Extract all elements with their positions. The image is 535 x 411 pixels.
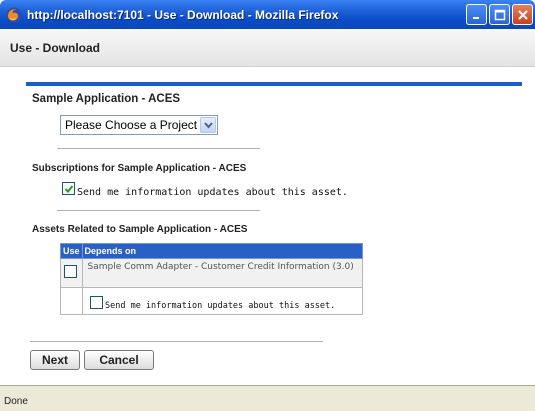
accent-rule [26,82,522,86]
minimize-icon [473,17,479,19]
table-header-row: Use Depends on [60,242,364,260]
cancel-button[interactable]: Cancel [84,350,154,370]
page-header: Use - Download [0,29,535,67]
divider [30,341,323,342]
page-title: Use - Download [10,41,101,55]
window-titlebar[interactable]: http://localhost:7101 - Use - Download -… [0,0,535,29]
use-cell [60,287,83,315]
asset-name: Sample Comm Adapter - Customer Credit In… [87,262,354,273]
firefox-icon [6,7,22,23]
asset-subscribe-label: Send me information updates about this a… [105,301,336,311]
checkmark-icon [64,185,74,193]
status-text: Done [4,396,28,407]
chevron-down-icon[interactable] [200,117,216,133]
column-header-use: Use [60,242,83,260]
column-header-depends-on: Depends on [81,242,364,260]
maximize-icon [494,9,506,21]
window-title: http://localhost:7101 - Use - Download -… [27,7,339,22]
project-select-value: Please Choose a Project [65,118,198,132]
minimize-button[interactable] [466,4,487,25]
close-icon [518,10,528,20]
status-bar: Done [0,385,535,411]
divider [57,210,260,211]
next-button[interactable]: Next [30,350,80,370]
close-button[interactable] [512,4,533,25]
table-row: Sample Comm Adapter - Customer Credit In… [60,258,364,289]
related-assets-title: Assets Related to Sample Application - A… [32,224,248,235]
application-title: Sample Application - ACES [32,93,181,105]
subscriptions-title: Subscriptions for Sample Application - A… [32,163,247,174]
maximize-button[interactable] [489,4,510,25]
subscribe-label: Send me information updates about this a… [77,187,348,198]
asset-subscribe-checkbox[interactable] [90,296,103,309]
depends-on-cell: Sample Comm Adapter - Customer Credit In… [81,258,364,289]
window-controls [466,4,533,25]
divider [57,148,260,149]
subscribe-checkbox[interactable] [62,182,75,195]
project-select[interactable]: Please Choose a Project [60,115,218,135]
use-asset-checkbox[interactable] [64,265,77,278]
